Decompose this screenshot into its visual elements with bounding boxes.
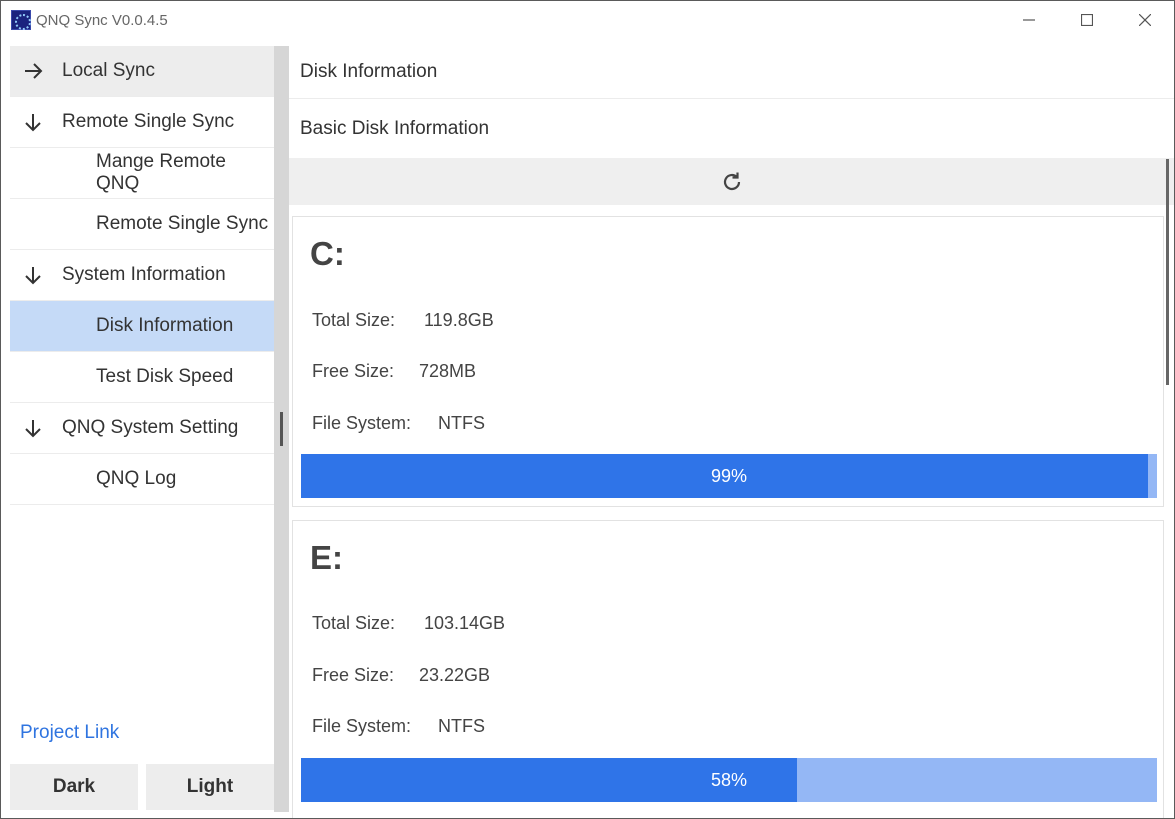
- sidebar-item-qnq-system-setting[interactable]: QNQ System Setting: [10, 403, 274, 454]
- total-size-label: Total Size:: [312, 613, 396, 633]
- file-system-value: NTFS: [438, 716, 485, 736]
- window-title: QNQ Sync V0.0.4.5: [36, 11, 168, 29]
- sidebar-item-label: QNQ Log: [96, 468, 177, 489]
- sidebar-item-label: Remote Single Sync: [62, 111, 235, 132]
- disk-file-system: File System: NTFS: [312, 413, 485, 434]
- disk-name: C:: [310, 235, 345, 272]
- disk-name: E:: [310, 539, 343, 576]
- total-size-label: Total Size:: [312, 310, 396, 330]
- dark-theme-button[interactable]: Dark: [10, 764, 138, 810]
- app-window: QNQ Sync V0.0.4.5 Local Sync Remote Sing…: [0, 0, 1175, 819]
- sidebar-item-label: Disk Information: [96, 315, 234, 336]
- sidebar-item-test-disk-speed[interactable]: Test Disk Speed: [10, 352, 274, 403]
- main-content: Disk Information Basic Disk Information …: [289, 46, 1174, 818]
- file-system-value: NTFS: [438, 413, 485, 433]
- light-theme-button[interactable]: Light: [146, 764, 274, 810]
- down-arrow-icon: [22, 264, 44, 286]
- down-arrow-icon: [22, 111, 44, 133]
- close-icon: [1139, 14, 1151, 26]
- file-system-label: File System:: [312, 413, 412, 433]
- maximize-icon: [1081, 14, 1093, 26]
- right-arrow-icon: [22, 60, 44, 82]
- disk-total-size: Total Size: 103.14GB: [312, 613, 505, 634]
- disk-total-size: Total Size: 119.8GB: [312, 310, 494, 331]
- sidebar-item-remote-single-sync[interactable]: Remote Single Sync: [10, 199, 274, 250]
- disk-usage-progress: 99%: [301, 454, 1157, 498]
- sidebar: Local Sync Remote Single Sync Mange Remo…: [10, 46, 274, 812]
- minimize-button[interactable]: [1000, 1, 1058, 39]
- refresh-icon: [723, 172, 741, 190]
- page-title: Disk Information: [289, 46, 1174, 99]
- sidebar-item-remote-single-sync-group[interactable]: Remote Single Sync: [10, 97, 274, 148]
- free-size-label: Free Size:: [312, 361, 395, 381]
- free-size-label: Free Size:: [312, 665, 395, 685]
- disk-free-size: Free Size: 728MB: [312, 361, 476, 382]
- content-scrollbar-thumb[interactable]: [1166, 159, 1169, 385]
- minimize-icon: [1023, 19, 1035, 21]
- sidebar-item-label: System Information: [62, 264, 226, 285]
- sidebar-item-label: Mange Remote QNQ: [96, 151, 226, 194]
- app-logo-icon: [11, 10, 31, 30]
- free-size-value: 23.22GB: [419, 665, 491, 685]
- disk-usage-text: 58%: [710, 769, 748, 790]
- title-bar: QNQ Sync V0.0.4.5: [1, 1, 1174, 39]
- project-link[interactable]: Project Link: [20, 722, 119, 744]
- disk-usage-progress: 58%: [301, 758, 1157, 802]
- total-size-value: 103.14GB: [424, 613, 506, 633]
- refresh-button[interactable]: [289, 158, 1174, 205]
- section-title: Basic Disk Information: [300, 117, 490, 139]
- free-size-value: 728MB: [419, 361, 477, 381]
- disk-card: C: Total Size: 119.8GB Free Size: 728MB …: [292, 216, 1164, 507]
- sidebar-item-label: Local Sync: [62, 60, 155, 81]
- sidebar-item-local-sync[interactable]: Local Sync: [10, 46, 274, 97]
- sidebar-item-label: Remote Single Sync: [96, 213, 269, 234]
- down-arrow-icon: [22, 417, 44, 439]
- close-button[interactable]: [1116, 1, 1174, 39]
- sidebar-item-label: Test Disk Speed: [96, 366, 234, 387]
- sidebar-item-disk-information[interactable]: Disk Information: [10, 301, 274, 352]
- sidebar-item-system-information[interactable]: System Information: [10, 250, 274, 301]
- total-size-value: 119.8GB: [424, 310, 494, 330]
- disk-free-size: Free Size: 23.22GB: [312, 665, 490, 686]
- sidebar-item-label: QNQ System Setting: [62, 417, 239, 438]
- sidebar-scrollbar-thumb[interactable]: [280, 412, 283, 446]
- disk-file-system: File System: NTFS: [312, 716, 485, 737]
- theme-switcher: Dark Light: [10, 764, 274, 810]
- sidebar-item-manage-remote-qnq[interactable]: Mange Remote QNQ: [10, 148, 274, 199]
- sidebar-item-qnq-log[interactable]: QNQ Log: [10, 454, 274, 505]
- file-system-label: File System:: [312, 716, 412, 736]
- disk-card: E: Total Size: 103.14GB Free Size: 23.22…: [292, 520, 1164, 818]
- window-controls: [1000, 1, 1174, 39]
- sidebar-scrollbar[interactable]: [274, 46, 289, 812]
- disk-usage-text: 99%: [710, 465, 748, 486]
- maximize-button[interactable]: [1058, 1, 1116, 39]
